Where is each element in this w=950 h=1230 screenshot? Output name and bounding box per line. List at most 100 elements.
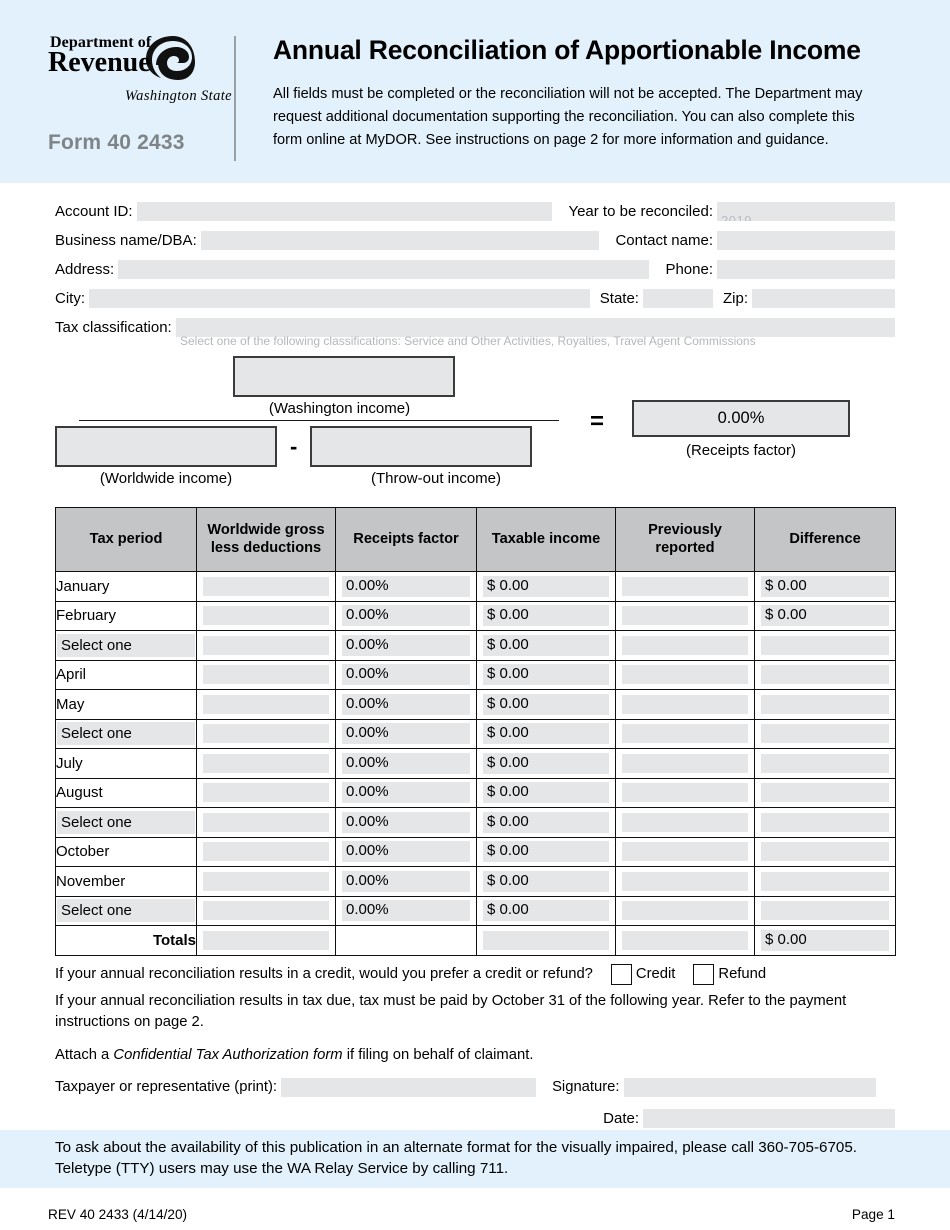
tax-due-note: If your annual reconciliation results in… (55, 992, 847, 1031)
taxable-income-cell: $ 0.00 (483, 782, 609, 804)
previously-reported-input[interactable] (622, 753, 748, 773)
tax-period-select[interactable]: Select one (57, 899, 195, 923)
previously-reported-input[interactable] (622, 665, 748, 685)
receipts-factor-cell: 0.00% (342, 900, 470, 922)
difference-cell (761, 842, 889, 862)
page-header: Department of Revenue Washington State F… (0, 0, 950, 183)
washington-income-caption: (Washington income) (268, 400, 411, 417)
receipts-factor-cell: 0.00% (342, 605, 470, 627)
column-header-tax-period: Tax period (55, 507, 197, 572)
tax-classification-clipped-text: Select one of the following classificati… (180, 334, 756, 348)
signature-row: Taxpayer or representative (print): Sign… (55, 1075, 895, 1099)
state-input[interactable] (642, 289, 713, 308)
column-header-previously-reported: Previously reported (615, 507, 755, 572)
date-label: Date: (603, 1109, 639, 1127)
credit-question-text: If your annual reconciliation results in… (55, 965, 593, 982)
taxable-income-cell: $ 0.00 (483, 634, 609, 656)
worldwide-gross-input[interactable] (203, 871, 329, 891)
difference-cell (761, 783, 889, 803)
previously-reported-input[interactable] (622, 871, 748, 891)
signature-input[interactable] (623, 1077, 876, 1097)
worldwide-gross-input[interactable] (203, 635, 329, 655)
previously-reported-input[interactable] (622, 842, 748, 862)
year-clipped-text: 2019 (721, 213, 752, 221)
receipts-factor-cell: 0.00% (342, 811, 470, 833)
previously-reported-input[interactable] (622, 724, 748, 744)
worldwide-gross-input[interactable] (203, 606, 329, 626)
previously-reported-input[interactable] (622, 694, 748, 714)
contact-name-input[interactable] (717, 231, 895, 250)
receipts-factor-value: 0.00% (632, 400, 851, 437)
accessibility-note: To ask about the availability of this pu… (55, 1138, 858, 1178)
refund-checkbox[interactable] (693, 963, 715, 985)
column-header-difference: Difference (754, 507, 896, 572)
city-input[interactable] (89, 289, 590, 308)
taxable-income-cell: $ 0.00 (483, 870, 609, 892)
throwout-income-input[interactable] (310, 426, 533, 467)
taxpayer-print-label: Taxpayer or representative (print): (55, 1079, 278, 1096)
tax-period-select[interactable]: Select one (57, 810, 195, 834)
logo-washington-state: Washington State (125, 88, 232, 104)
date-input[interactable] (643, 1108, 895, 1128)
contact-name-label: Contact name: (615, 232, 713, 249)
worldwide-gross-input[interactable] (203, 665, 329, 685)
worldwide-gross-input[interactable] (203, 812, 329, 832)
tax-period-label: May (55, 689, 197, 720)
zip-input[interactable] (752, 289, 895, 308)
column-header-receipts-factor: Receipts factor (335, 507, 477, 572)
table-row: Select one 0.00% $ 0.00 (55, 895, 896, 926)
difference-cell (761, 635, 889, 655)
account-id-input[interactable] (136, 202, 553, 221)
worldwide-gross-input[interactable] (203, 901, 329, 921)
page-title: Annual Reconciliation of Apportionable I… (273, 35, 861, 65)
account-id-label: Account ID: (55, 203, 133, 220)
taxable-income-cell: $ 0.00 (483, 841, 609, 863)
phone-input[interactable] (717, 260, 895, 279)
worldwide-gross-input[interactable] (203, 576, 329, 596)
formula-fraction: (Washington income) - (Worldwide income)… (55, 356, 560, 487)
year-to-be-reconciled-input[interactable]: 2019 (717, 202, 895, 221)
taxable-income-cell: $ 0.00 (483, 811, 609, 833)
taxpayer-info-fields: Account ID: Year to be reconciled: 2019 … (0, 199, 950, 348)
table-row: November 0.00% $ 0.00 (55, 866, 896, 897)
field-row-business-name: Business name/DBA: Contact name: (55, 228, 895, 253)
worldwide-gross-input[interactable] (203, 753, 329, 773)
signature-label: Signature: (552, 1079, 620, 1096)
receipts-factor-caption: (Receipts factor) (685, 442, 797, 459)
taxable-income-cell: $ 0.00 (483, 664, 609, 686)
form-description: All fields must be completed or the reco… (273, 86, 863, 149)
difference-cell (761, 724, 889, 744)
table-row: Select one 0.00% $ 0.00 (55, 630, 896, 661)
difference-cell: $ 0.00 (761, 605, 889, 627)
difference-cell (761, 812, 889, 832)
previously-reported-input[interactable] (622, 606, 748, 626)
column-header-taxable-income: Taxable income (476, 507, 616, 572)
field-row-city-state-zip: City: State: Zip: (55, 286, 895, 311)
worldwide-income-input[interactable] (55, 426, 277, 467)
credit-checkbox-label: Credit (635, 965, 676, 982)
attachment-note-form-name: Confidential Tax Authorization form (113, 1046, 343, 1063)
previously-reported-input[interactable] (622, 783, 748, 803)
previously-reported-input[interactable] (622, 901, 748, 921)
business-name-input[interactable] (200, 231, 600, 250)
previously-reported-input[interactable] (622, 812, 748, 832)
worldwide-gross-input[interactable] (203, 842, 329, 862)
worldwide-gross-input[interactable] (203, 724, 329, 744)
tax-period-select[interactable]: Select one (57, 722, 195, 746)
previously-reported-input[interactable] (622, 576, 748, 596)
taxable-income-cell: $ 0.00 (483, 693, 609, 715)
receipts-factor-cell: 0.00% (342, 634, 470, 656)
receipts-factor-cell: 0.00% (342, 841, 470, 863)
revision-number: REV 40 2433 (4/14/20) (48, 1207, 188, 1222)
washington-income-input[interactable] (232, 356, 455, 397)
address-input[interactable] (118, 260, 650, 279)
previously-reported-input[interactable] (622, 635, 748, 655)
difference-cell (761, 665, 889, 685)
taxable-income-cell: $ 0.00 (483, 752, 609, 774)
credit-checkbox[interactable] (610, 963, 632, 985)
worldwide-gross-input[interactable] (203, 783, 329, 803)
taxpayer-print-input[interactable] (281, 1077, 537, 1097)
tax-period-select[interactable]: Select one (57, 633, 195, 657)
worldwide-gross-input[interactable] (203, 694, 329, 714)
receipts-factor-cell: 0.00% (342, 870, 470, 892)
